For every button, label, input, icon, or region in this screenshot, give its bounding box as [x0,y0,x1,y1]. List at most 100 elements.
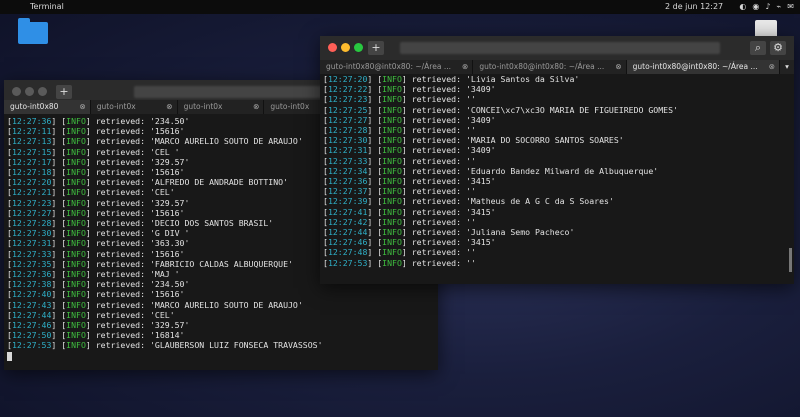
tab-close-icon[interactable]: ⊗ [166,100,172,114]
window-title [400,42,720,54]
log-message: retrieved: 'MARCO AURELIO SOUTO DE ARAUJ… [95,299,303,310]
tab-close-icon[interactable]: ⊗ [769,60,775,74]
top-menu-bar: Terminal 2 de jun 12:27 ◐ ◉ ♪ ⌁ ✉ [0,0,800,14]
bracket: ] [ [367,125,383,136]
tray-icon[interactable]: ✉ [787,0,794,14]
bracket: ] [ [51,269,67,280]
tray-icon[interactable]: ◐ [739,0,746,14]
bracket: ] [85,289,96,300]
log-level: INFO [66,218,86,229]
bracket: ] [401,125,412,136]
log-level: INFO [66,238,86,249]
bracket: ] [ [51,248,67,259]
log-message: retrieved: 'Juliana Semo Pacheco' [411,227,575,238]
log-message: retrieved: '' [411,125,476,136]
log-message: retrieved: 'MARIA DO SOCORRO SANTOS SOAR… [411,135,624,146]
log-timestamp: 12:27:20 [327,74,368,84]
bracket: ] [ [51,299,67,310]
log-timestamp: 12:27:36 [11,269,52,280]
new-tab-button[interactable]: + [56,85,72,99]
log-timestamp: 12:27:33 [11,248,52,259]
log-message: retrieved: '' [411,257,476,268]
log-message: retrieved: 'DECIO DOS SANTOS BRASIL' [95,218,274,229]
log-timestamp: 12:27:41 [327,206,368,217]
tab-close-icon[interactable]: ⊗ [80,100,86,114]
tab[interactable]: guto-int0x80 ⊗ [4,100,91,114]
minimize-button[interactable] [25,87,34,96]
bracket: ] [ [51,320,67,331]
log-level: INFO [382,227,402,238]
log-timestamp: 12:27:11 [11,126,52,137]
tray-icon[interactable]: ◉ [752,0,759,14]
bracket: ] [85,116,96,126]
terminal-output[interactable]: [12:27:20] [INFO] retrieved: 'Livia Sant… [320,74,794,268]
close-button[interactable] [328,43,337,52]
log-timestamp: 12:27:44 [327,227,368,238]
search-icon[interactable]: ⌕ [750,41,766,55]
log-line: [12:27:25] [INFO] retrieved: 'CONCEI\xc7… [323,105,794,115]
bracket: ] [85,248,96,259]
app-name[interactable]: Terminal [30,0,64,14]
tab[interactable]: guto-int0x80@int0x80: ~/Área ... ⊗ [626,60,780,74]
bracket: ] [ [51,279,67,290]
tray-icon[interactable]: ♪ [765,0,770,14]
bracket: ] [401,186,412,197]
new-tab-button[interactable]: + [368,41,384,55]
bracket: ] [85,330,96,341]
bracket: ] [ [367,135,383,146]
log-line: [12:27:22] [INFO] retrieved: '3409' [323,84,794,94]
system-tray: ◐ ◉ ♪ ⌁ ✉ [739,0,794,14]
bracket: ] [ [367,94,383,105]
log-message: retrieved: '234.50' [95,279,190,290]
log-level: INFO [66,187,86,198]
scrollbar[interactable] [789,248,792,272]
tab-close-icon[interactable]: ⊗ [462,60,468,74]
log-timestamp: 12:27:15 [11,146,52,157]
log-timestamp: 12:27:21 [11,187,52,198]
bracket: ] [ [51,197,67,208]
log-line: [12:27:34] [INFO] retrieved: 'Eduardo Ba… [323,166,794,176]
log-level: INFO [66,299,86,310]
bracket: ] [401,94,412,105]
tab[interactable]: guto-int0x80@int0x80: ~/Área ... ⊗ [320,60,474,74]
clock[interactable]: 2 de jun 12:27 [665,0,723,14]
log-level: INFO [382,135,402,146]
bracket: ] [ [51,116,67,126]
bracket: ] [85,320,96,331]
tab-close-icon[interactable]: ⊗ [253,100,259,114]
log-level: INFO [66,116,86,126]
bracket: ] [401,145,412,156]
bracket: ] [ [51,126,67,137]
bracket: ] [ [367,176,383,187]
tab-close-icon[interactable]: ⊗ [615,60,621,74]
tab[interactable]: guto-int0x80@int0x80: ~/Área ... ⊗ [473,60,627,74]
window-titlebar[interactable]: + ⌕ ⚙ [320,36,794,60]
log-timestamp: 12:27:13 [11,136,52,147]
bracket: ] [401,84,412,95]
maximize-button[interactable] [38,87,47,96]
minimize-button[interactable] [341,43,350,52]
bracket: ] [85,197,96,208]
bracket: ] [ [367,196,383,207]
tab-menu-chevron-icon[interactable]: ▾ [780,60,794,74]
folder-icon[interactable] [18,18,48,44]
tab[interactable]: guto-int0x ⊗ [178,100,265,114]
bracket: ] [ [367,237,383,248]
bracket: ] [401,196,412,207]
log-message: retrieved: 'Eduardo Bandez Milward de Al… [411,165,659,176]
prompt-line[interactable] [7,351,438,361]
log-message: retrieved: 'GLAUBERSON LUIZ FONSECA TRAV… [95,340,323,351]
bracket: ] [ [51,136,67,147]
maximize-button[interactable] [354,43,363,52]
close-button[interactable] [12,87,21,96]
settings-gear-icon[interactable]: ⚙ [770,41,786,55]
tab-label: guto-int0x80@int0x80: ~/Área ... [479,62,605,71]
log-level: INFO [382,74,402,84]
tab[interactable]: guto-int0x ⊗ [91,100,178,114]
log-line: [12:27:33] [INFO] retrieved: '' [323,156,794,166]
log-message: retrieved: '329.57' [95,197,190,208]
log-timestamp: 12:27:34 [327,165,368,176]
log-timestamp: 12:27:28 [327,125,368,136]
bracket: ] [ [367,84,383,95]
tray-icon[interactable]: ⌁ [776,0,781,14]
